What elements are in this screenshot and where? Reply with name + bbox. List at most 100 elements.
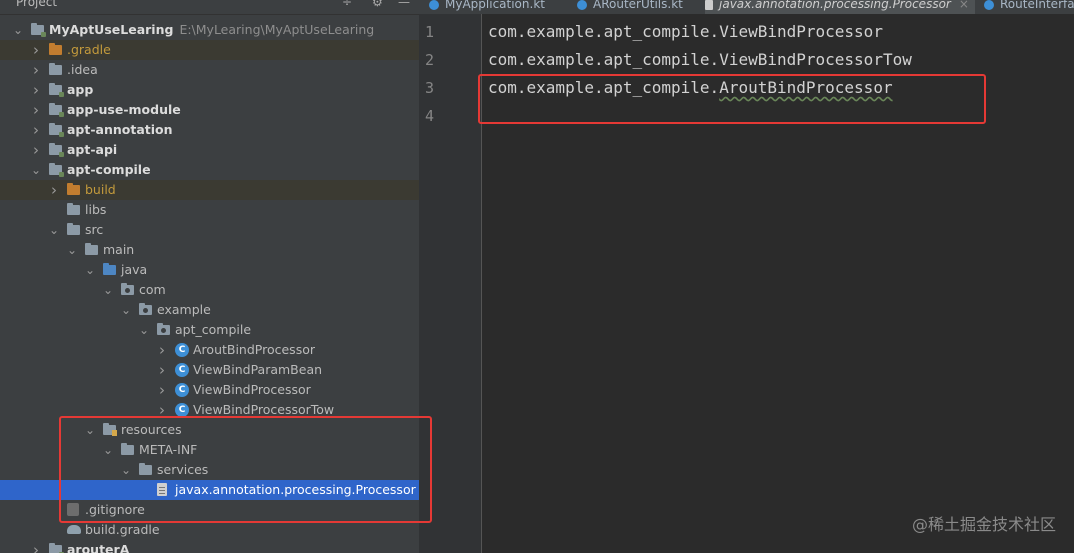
editor-tab[interactable]: javax.annotation.processing.Processor × <box>705 0 975 14</box>
line-number: 2 <box>425 51 435 69</box>
project-view-title[interactable]: Project <box>16 0 57 9</box>
tree-row[interactable]: › app-use-module <box>0 100 419 120</box>
package-icon <box>121 283 134 295</box>
tree-item-label: ViewBindProcessor <box>193 382 311 397</box>
tree-row[interactable]: › .idea <box>0 60 419 80</box>
chevron-down-icon[interactable]: ⌄ <box>120 300 132 320</box>
gradle-file-icon <box>67 525 81 534</box>
tree-row[interactable]: ⌄ main <box>0 240 419 260</box>
tree-row[interactable]: › app <box>0 80 419 100</box>
code-text: com.example.apt_compile.ViewBindProcesso… <box>488 50 912 69</box>
folder-icon <box>67 183 80 195</box>
tree-row[interactable]: › C AroutBindProcessor <box>0 340 419 360</box>
tree-row[interactable]: build.gradle <box>0 520 419 540</box>
tree-row[interactable]: › arouterA <box>0 540 419 553</box>
project-header: Project ÷ ⚙ — <box>0 0 419 15</box>
kotlin-class-icon: C <box>175 343 189 357</box>
folder-icon <box>67 223 80 235</box>
chevron-right-icon[interactable]: › <box>30 80 42 100</box>
close-icon[interactable]: × <box>959 0 969 11</box>
tree-row[interactable]: › build <box>0 180 419 200</box>
chevron-right-icon[interactable]: › <box>30 100 42 120</box>
tree-row[interactable]: ⌄ example <box>0 300 419 320</box>
tree-row[interactable]: › C ViewBindParamBean <box>0 360 419 380</box>
collapse-all-icon[interactable]: ÷ <box>342 0 352 9</box>
tree-item-label: apt-api <box>67 142 118 157</box>
folder-icon <box>49 63 62 75</box>
tree-item-label: app-use-module <box>67 102 181 117</box>
chevron-right-icon[interactable]: › <box>30 40 42 60</box>
folder-icon <box>67 203 80 215</box>
tree-row[interactable]: ⌄ src <box>0 220 419 240</box>
tree-item-label: .gradle <box>67 42 111 57</box>
line-number: 3 <box>425 79 435 97</box>
chevron-down-icon[interactable]: ⌄ <box>84 260 96 280</box>
tree-row[interactable]: › apt-annotation <box>0 120 419 140</box>
code-line[interactable]: com.example.apt_compile.ViewBindProcesso… <box>488 50 912 69</box>
code-line[interactable]: com.example.apt_compile.ViewBindProcesso… <box>488 22 883 41</box>
chevron-down-icon[interactable]: ⌄ <box>138 320 150 340</box>
tree-item-label: apt-compile <box>67 162 151 177</box>
module-path-hint: E:\MyLearing\MyAptUseLearing <box>179 22 375 37</box>
module-folder-icon <box>49 103 64 117</box>
tree-item-label: com <box>139 282 166 297</box>
tree-item-label: src <box>85 222 104 237</box>
module-folder-icon <box>31 23 46 37</box>
tree-row[interactable]: ⌄ apt_compile <box>0 320 419 340</box>
tree-item-label: apt-annotation <box>67 122 173 137</box>
editor-tab[interactable]: ARouterUtils.kt <box>577 0 683 14</box>
module-folder-icon <box>49 143 64 157</box>
tree-row[interactable]: ⌄ com <box>0 280 419 300</box>
tree-row[interactable]: libs <box>0 200 419 220</box>
module-folder-icon <box>49 163 64 177</box>
tree-item-label: build <box>85 182 116 197</box>
gear-icon[interactable]: ⚙ <box>372 0 383 9</box>
kotlin-class-icon: C <box>175 383 189 397</box>
editor-tab[interactable]: MyApplication.kt <box>429 0 545 14</box>
chevron-right-icon[interactable]: › <box>30 140 42 160</box>
tree-item-label: java <box>121 262 148 277</box>
line-number: 1 <box>425 23 435 41</box>
package-icon <box>139 303 152 315</box>
chevron-down-icon[interactable]: ⌄ <box>66 240 78 260</box>
tree-row[interactable]: › apt-api <box>0 140 419 160</box>
tree-row[interactable]: ⌄ MyAptUseLearing E:\MyLearing\MyAptUseLea… <box>0 20 419 40</box>
tree-item-label: apt_compile <box>175 322 252 337</box>
tree-item-label: AroutBindProcessor <box>193 342 315 357</box>
chevron-right-icon[interactable]: › <box>156 380 168 400</box>
chevron-right-icon[interactable]: › <box>156 340 168 360</box>
kotlin-class-icon <box>429 0 439 10</box>
tree-row[interactable]: ⌄ java <box>0 260 419 280</box>
chevron-right-icon[interactable]: › <box>30 540 42 553</box>
kotlin-class-icon <box>984 0 994 10</box>
tree-item-label: MyAptUseLearing E:\MyLearing\MyAptUseLear… <box>49 22 375 37</box>
folder-icon <box>49 43 62 55</box>
tree-row[interactable]: › .gradle <box>0 40 419 60</box>
chevron-down-icon[interactable]: ⌄ <box>102 280 114 300</box>
text-file-icon <box>705 0 713 10</box>
chevron-right-icon[interactable]: › <box>48 180 60 200</box>
folder-icon <box>85 243 98 255</box>
package-icon <box>157 323 170 335</box>
line-number: 4 <box>425 107 435 125</box>
editor-tab-bar: MyApplication.kt ARouterUtils.kt javax.ann… <box>419 0 1074 14</box>
chevron-down-icon[interactable]: ⌄ <box>30 160 42 180</box>
tree-row[interactable]: ⌄ apt-compile <box>0 160 419 180</box>
tab-label: ARouterUtils.kt <box>593 0 683 11</box>
tree-item-label: ViewBindParamBean <box>193 362 323 377</box>
chevron-down-icon[interactable]: ⌄ <box>12 20 24 40</box>
highlight-box-code-line <box>478 74 986 124</box>
tree-row[interactable]: › C ViewBindProcessor <box>0 380 419 400</box>
kotlin-class-icon: C <box>175 403 189 417</box>
chevron-down-icon[interactable]: ⌄ <box>48 220 60 240</box>
tree-item-label: .idea <box>67 62 98 77</box>
tree-item-label: libs <box>85 202 107 217</box>
hide-icon[interactable]: — <box>398 0 410 9</box>
tree-item-label: main <box>103 242 135 257</box>
tree-item-label: build.gradle <box>85 522 160 537</box>
chevron-right-icon[interactable]: › <box>30 60 42 80</box>
chevron-right-icon[interactable]: › <box>156 360 168 380</box>
editor-tab[interactable]: RouteInterfa <box>984 0 1074 14</box>
watermark: @稀土掘金技术社区 <box>911 515 1056 534</box>
chevron-right-icon[interactable]: › <box>30 120 42 140</box>
